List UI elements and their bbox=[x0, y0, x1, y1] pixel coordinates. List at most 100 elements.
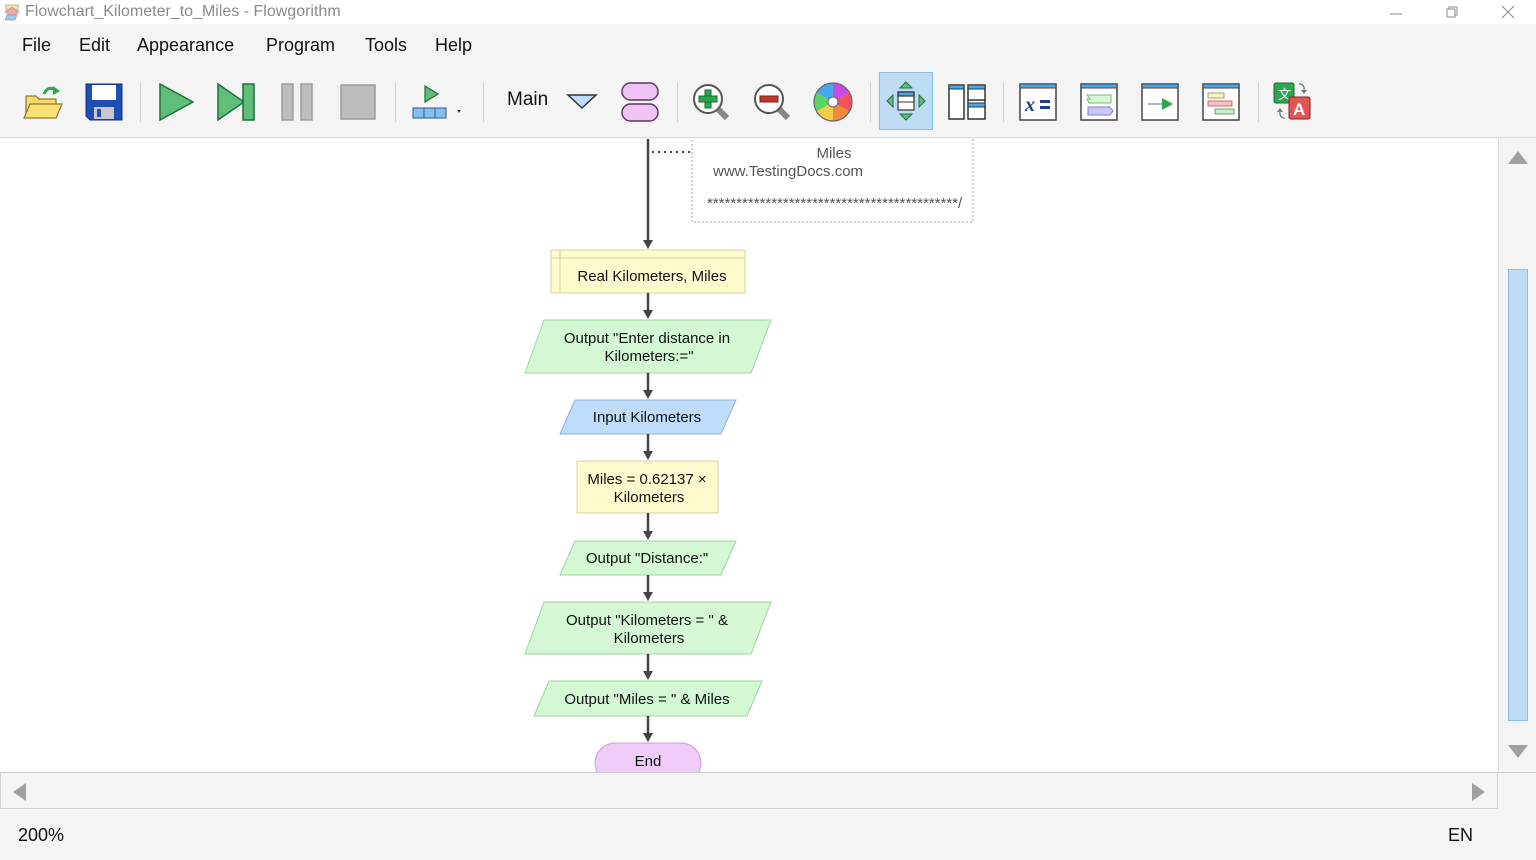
play-icon bbox=[159, 82, 195, 122]
source-arrow-icon bbox=[1141, 83, 1179, 121]
arrowhead bbox=[643, 671, 653, 680]
output-node[interactable]: Output "Distance:" bbox=[559, 540, 737, 576]
color-wheel-icon bbox=[813, 82, 853, 122]
layout-button[interactable] bbox=[941, 74, 993, 130]
function-selector-dropdown[interactable] bbox=[556, 74, 608, 130]
close-button[interactable] bbox=[1480, 0, 1536, 24]
node-label: Kilometers bbox=[614, 630, 685, 647]
variable-watch-icon: x bbox=[1019, 83, 1057, 121]
scroll-left-icon[interactable] bbox=[13, 783, 27, 801]
zoom-out-icon bbox=[754, 84, 791, 121]
toolbar-separator bbox=[870, 82, 871, 122]
arrowhead bbox=[643, 240, 653, 249]
zoom-level: 200% bbox=[18, 825, 65, 845]
arrowhead bbox=[643, 531, 653, 540]
run-button[interactable] bbox=[149, 74, 201, 130]
floppy-disk-icon bbox=[85, 83, 123, 121]
output-node[interactable]: Output "Miles = " & Miles bbox=[533, 680, 763, 717]
arrowhead bbox=[643, 310, 653, 319]
flowchart-canvas[interactable]: Flowchart to convert Kilometers to Miles… bbox=[0, 139, 1498, 772]
open-button[interactable] bbox=[16, 74, 68, 130]
pause-button[interactable] bbox=[271, 74, 323, 130]
open-folder-icon bbox=[23, 86, 63, 119]
console-button[interactable] bbox=[1073, 74, 1125, 130]
color-scheme-button[interactable] bbox=[807, 74, 859, 130]
scroll-down-icon[interactable] bbox=[1508, 745, 1528, 759]
comment-line: www.TestingDocs.com bbox=[712, 163, 863, 180]
zoom-in-icon bbox=[693, 84, 730, 121]
stop-button[interactable] bbox=[332, 74, 384, 130]
translate-button[interactable]: 文 A bbox=[1267, 74, 1319, 130]
toolbar: Main x 文 A bbox=[0, 68, 1536, 138]
run-speed-button[interactable] bbox=[404, 74, 468, 130]
minimize-button[interactable] bbox=[1368, 0, 1424, 24]
flowgorithm-app-icon bbox=[4, 4, 20, 21]
console-icon bbox=[1080, 83, 1118, 121]
svg-text:A: A bbox=[1293, 100, 1305, 119]
declare-node[interactable]: Real Kilometers, Miles bbox=[550, 249, 746, 294]
step-button[interactable] bbox=[210, 74, 262, 130]
save-button[interactable] bbox=[78, 74, 130, 130]
flowchart-diagram: Flowchart to convert Kilometers to Miles… bbox=[524, 139, 974, 772]
node-label: Kilometers:=" bbox=[604, 348, 693, 365]
menu-appearance[interactable]: Appearance bbox=[137, 35, 234, 56]
arrowhead bbox=[643, 592, 653, 601]
vertical-scrollbar[interactable] bbox=[1498, 139, 1536, 772]
close-icon bbox=[1501, 5, 1515, 19]
run-speed-icon bbox=[412, 84, 461, 119]
toolbar-separator bbox=[1003, 82, 1004, 122]
vertical-scroll-thumb[interactable] bbox=[1508, 269, 1528, 721]
manage-functions-button[interactable] bbox=[614, 74, 666, 130]
menu-help[interactable]: Help bbox=[435, 35, 472, 56]
toolbar-separator bbox=[677, 82, 678, 122]
variable-watch-button[interactable]: x bbox=[1012, 74, 1064, 130]
node-label: Output "Distance:" bbox=[586, 550, 708, 567]
function-selector-label[interactable]: Main bbox=[507, 89, 548, 111]
toolbar-separator bbox=[483, 82, 484, 122]
node-label: Miles = 0.62137 × bbox=[587, 471, 706, 488]
minimize-icon bbox=[1390, 13, 1402, 15]
scroll-up-icon[interactable] bbox=[1508, 151, 1528, 165]
restore-icon bbox=[1446, 6, 1458, 18]
scroll-right-icon[interactable] bbox=[1472, 783, 1486, 801]
comment-line: Flowchart to convert Kilometers to bbox=[719, 139, 946, 143]
zoom-out-button[interactable] bbox=[746, 74, 798, 130]
pan-button[interactable] bbox=[879, 72, 933, 130]
arrowhead bbox=[643, 390, 653, 399]
node-label: Output "Miles = " & Miles bbox=[564, 691, 729, 708]
comment-line: ****************************************… bbox=[707, 195, 963, 212]
pause-icon bbox=[281, 83, 313, 121]
node-label: Output "Kilometers = " & bbox=[566, 612, 728, 629]
comment-line: Miles bbox=[816, 145, 851, 162]
translate-icon: 文 A bbox=[1273, 82, 1311, 120]
title-bar: Flowchart_Kilometer_to_Miles - Flowgorit… bbox=[0, 0, 1536, 24]
toolbar-separator bbox=[140, 82, 141, 122]
restore-button[interactable] bbox=[1424, 0, 1480, 24]
assign-node[interactable]: Miles = 0.62137 × Kilometers bbox=[576, 460, 719, 514]
menu-bar: File Edit Appearance Program Tools Help bbox=[0, 24, 1536, 68]
chart-view-button[interactable] bbox=[1195, 74, 1247, 130]
menu-file[interactable]: File bbox=[22, 35, 51, 56]
menu-program[interactable]: Program bbox=[266, 35, 335, 56]
end-node[interactable]: End bbox=[594, 742, 702, 772]
horizontal-scrollbar[interactable] bbox=[0, 772, 1498, 809]
node-label: Input Kilometers bbox=[593, 409, 701, 426]
toolbar-separator bbox=[395, 82, 396, 122]
chart-view-icon bbox=[1202, 83, 1240, 121]
node-label: Kilometers bbox=[614, 489, 685, 506]
functions-icon bbox=[621, 82, 659, 122]
scrollbar-corner bbox=[1498, 772, 1536, 809]
language-indicator[interactable]: EN bbox=[1448, 825, 1473, 846]
menu-edit[interactable]: Edit bbox=[79, 35, 110, 56]
output-node[interactable]: Output "Enter distance in Kilometers:=" bbox=[524, 319, 772, 374]
chevron-down-icon bbox=[566, 94, 598, 110]
output-node[interactable]: Output "Kilometers = " & Kilometers bbox=[524, 601, 772, 655]
input-node[interactable]: Input Kilometers bbox=[559, 399, 737, 435]
source-code-button[interactable] bbox=[1134, 74, 1186, 130]
node-label: End bbox=[635, 753, 662, 770]
menu-tools[interactable]: Tools bbox=[365, 35, 407, 56]
comment-box[interactable]: Flowchart to convert Kilometers to Miles… bbox=[691, 139, 974, 223]
layout-icon bbox=[948, 84, 986, 120]
zoom-in-button[interactable] bbox=[685, 74, 737, 130]
node-label: Output "Enter distance in bbox=[564, 330, 730, 347]
